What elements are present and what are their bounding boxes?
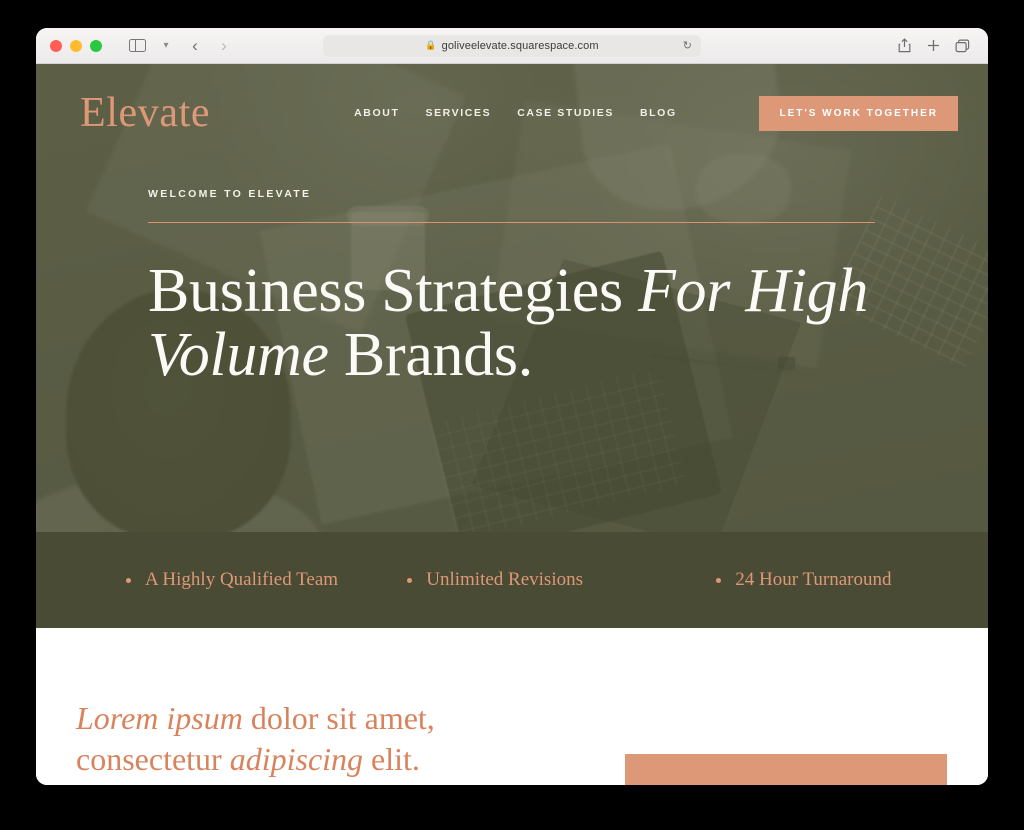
browser-toolbar: ▾ ‹ › 🔒 goliveelevate.squarespace.com ↻ <box>36 28 988 64</box>
bullet-dot-icon <box>716 577 722 583</box>
sidebar-icon <box>128 39 146 52</box>
feature-item-qualified-team: A Highly Qualified Team <box>126 569 361 591</box>
lower-italic-1: Lorem ipsum <box>76 700 243 736</box>
maximize-window-button[interactable] <box>90 39 102 52</box>
headline-part-1: Business Strategies <box>148 257 638 325</box>
feature-item-24-hour-turnaround: 24 Hour Turnaround <box>654 569 928 591</box>
nav-item-services[interactable]: SERVICES <box>425 107 491 119</box>
sidebar-toggle-button[interactable] <box>124 34 150 58</box>
tab-group-dropdown-button[interactable]: ▾ <box>153 34 179 58</box>
bullet-dot-icon <box>407 577 413 583</box>
reload-icon[interactable]: ↻ <box>683 39 692 52</box>
forward-arrow-icon: › <box>221 36 227 55</box>
traffic-lights <box>36 39 102 52</box>
feature-label: Unlimited Revisions <box>426 569 583 590</box>
site-logo[interactable]: Elevate <box>80 89 210 137</box>
hero-eyebrow: WELCOME TO ELEVATE <box>148 188 312 200</box>
toolbar-right-controls <box>894 34 988 58</box>
lets-work-together-button[interactable]: LET'S WORK TOGETHER <box>759 95 958 131</box>
hero-divider-rule <box>148 222 875 223</box>
minimize-window-button[interactable] <box>70 39 82 52</box>
feature-item-unlimited-revisions: Unlimited Revisions <box>361 569 654 591</box>
nav-item-about[interactable]: ABOUT <box>354 107 399 119</box>
bullet-dot-icon <box>126 577 131 583</box>
share-button[interactable] <box>894 34 914 58</box>
main-navigation: ABOUT SERVICES CASE STUDIES BLOG <box>354 107 677 119</box>
feature-label: 24 Hour Turnaround <box>735 569 892 590</box>
close-window-button[interactable] <box>50 39 62 52</box>
share-icon <box>898 38 910 53</box>
hero-section: Elevate ABOUT SERVICES CASE STUDIES BLOG… <box>36 64 988 532</box>
page-viewport: Elevate ABOUT SERVICES CASE STUDIES BLOG… <box>36 64 988 785</box>
lock-icon: 🔒 <box>425 40 437 50</box>
lower-paragraph: Lorem ipsum dolor sit amet, consectetur … <box>76 698 496 780</box>
hero-headline: Business Strategies For High Volume Bran… <box>148 259 944 388</box>
feature-label: A Highly Qualified Team <box>145 569 339 590</box>
feature-strip: A Highly Qualified Team Unlimited Revisi… <box>36 532 988 628</box>
browser-window: ▾ ‹ › 🔒 goliveelevate.squarespace.com ↻ <box>36 28 988 785</box>
url-text: goliveelevate.squarespace.com <box>441 39 599 52</box>
nav-item-blog[interactable]: BLOG <box>640 107 677 119</box>
site-header: Elevate ABOUT SERVICES CASE STUDIES BLOG… <box>36 64 988 162</box>
show-tab-overview-button[interactable] <box>952 34 972 58</box>
chevron-down-icon: ▾ <box>163 40 169 51</box>
hero-copy: WELCOME TO ELEVATE Business Strategies F… <box>36 162 988 388</box>
plus-icon <box>927 40 939 51</box>
back-button[interactable]: ‹ <box>182 34 208 58</box>
address-bar[interactable]: 🔒 goliveelevate.squarespace.com ↻ <box>323 34 701 57</box>
forward-button[interactable]: › <box>211 34 237 58</box>
lower-italic-2: adipiscing <box>229 740 364 777</box>
new-tab-button[interactable] <box>923 34 943 58</box>
nav-item-case-studies[interactable]: CASE STUDIES <box>517 107 614 119</box>
lower-plain-2: elit. <box>363 740 420 777</box>
back-arrow-icon: ‹ <box>192 36 198 55</box>
tabs-icon <box>955 39 969 52</box>
lower-accent-block <box>625 754 947 785</box>
toolbar-left-controls: ▾ ‹ › <box>124 34 237 58</box>
headline-part-2: Brands. <box>328 321 533 390</box>
